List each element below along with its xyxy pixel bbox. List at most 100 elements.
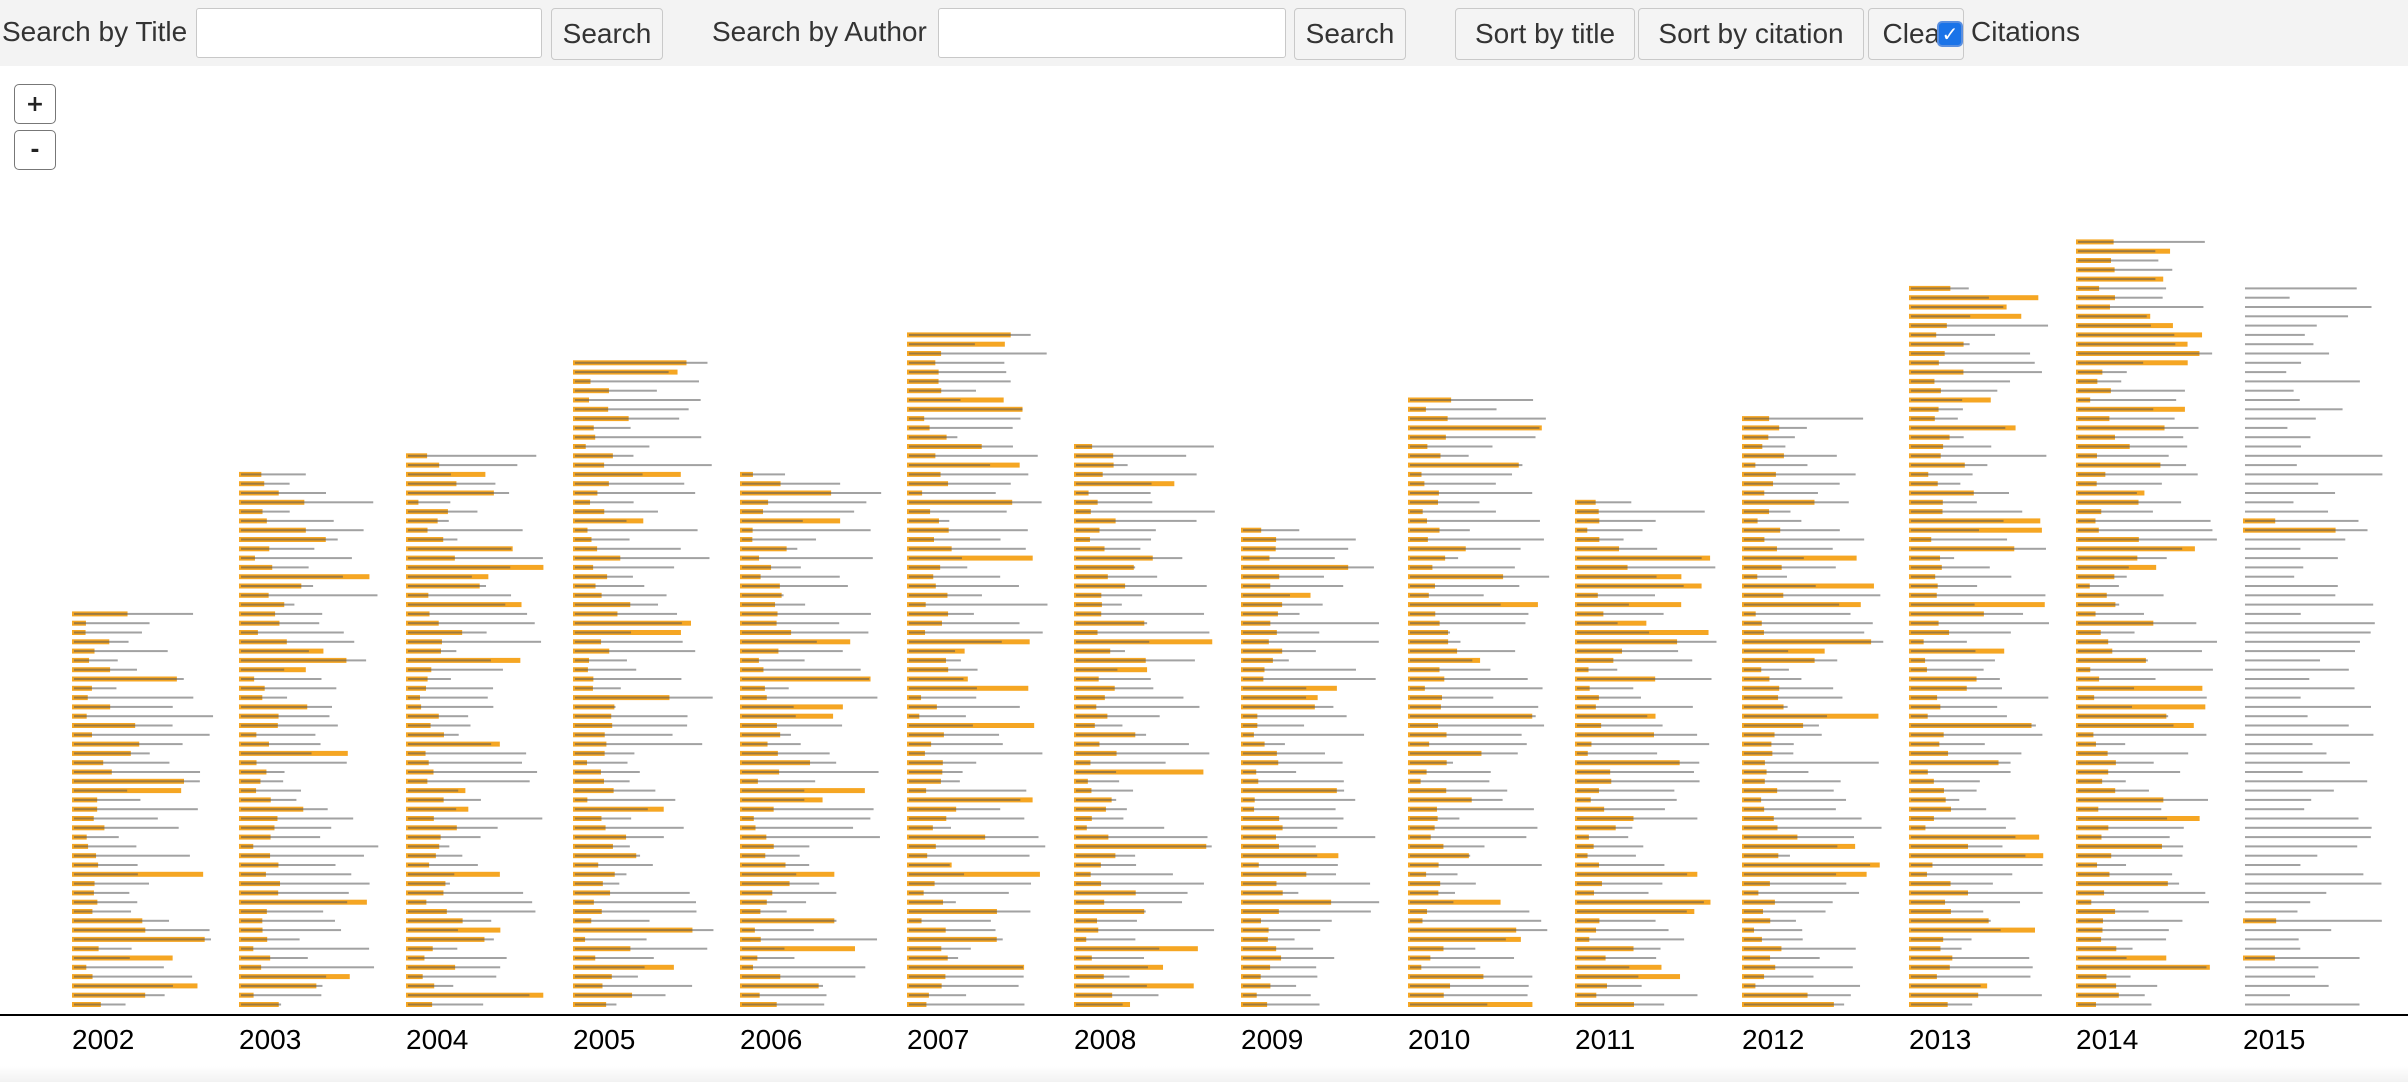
- paper-entry[interactable]: [74, 984, 173, 987]
- paper-entry[interactable]: [1410, 417, 1546, 420]
- paper-entry[interactable]: [2078, 585, 2119, 587]
- paper-entry[interactable]: [1410, 864, 1542, 866]
- paper-entry[interactable]: [2078, 333, 2175, 336]
- paper-entry[interactable]: [1744, 519, 1802, 522]
- paper-entry[interactable]: [1577, 798, 1677, 801]
- paper-entry[interactable]: [1744, 891, 1860, 894]
- paper-entry[interactable]: [1911, 994, 2042, 997]
- paper-entry[interactable]: [1243, 622, 1379, 625]
- paper-entry[interactable]: [1911, 901, 2021, 904]
- paper-entry[interactable]: [1744, 566, 1836, 569]
- paper-entry[interactable]: [1911, 575, 2012, 578]
- paper-entry[interactable]: [1577, 612, 1664, 615]
- paper-entry[interactable]: [2245, 436, 2311, 439]
- paper-entry[interactable]: [74, 650, 168, 653]
- paper-entry[interactable]: [2078, 808, 2162, 811]
- paper-entry[interactable]: [1243, 994, 1311, 997]
- paper-entry[interactable]: [909, 650, 956, 653]
- paper-entry[interactable]: [1410, 426, 1540, 429]
- paper-entry[interactable]: [1577, 854, 1636, 857]
- paper-entry[interactable]: [1076, 882, 1204, 885]
- paper-entry[interactable]: [1911, 482, 1961, 485]
- paper-entry[interactable]: [1744, 445, 1786, 448]
- paper-entry[interactable]: [241, 575, 343, 578]
- paper-entry[interactable]: [1744, 817, 1862, 820]
- paper-entry[interactable]: [1577, 668, 1618, 671]
- paper-entry[interactable]: [1577, 817, 1698, 820]
- paper-entry[interactable]: [241, 873, 352, 876]
- paper-entry[interactable]: [909, 845, 1046, 848]
- paper-entry[interactable]: [241, 603, 295, 606]
- paper-entry[interactable]: [1243, 864, 1338, 866]
- paper-entry[interactable]: [2245, 817, 2359, 820]
- paper-entry[interactable]: [1076, 966, 1148, 969]
- paper-entry[interactable]: [241, 696, 288, 699]
- paper-entry[interactable]: [1076, 603, 1122, 606]
- paper-entry[interactable]: [2078, 771, 2181, 773]
- paper-entry[interactable]: [1410, 966, 1481, 969]
- paper-entry[interactable]: [1911, 975, 2031, 978]
- paper-entry[interactable]: [909, 966, 1023, 969]
- paper-entry[interactable]: [241, 743, 321, 746]
- paper-entry[interactable]: [408, 547, 512, 550]
- paper-entry[interactable]: [1243, 529, 1300, 532]
- paper-entry[interactable]: [1911, 798, 1960, 801]
- paper-entry[interactable]: [1744, 938, 1803, 941]
- paper-entry[interactable]: [1577, 994, 1698, 997]
- paper-entry[interactable]: [1076, 529, 1156, 532]
- paper-entry[interactable]: [2078, 622, 2197, 625]
- paper-entry[interactable]: [2245, 678, 2310, 680]
- paper-entry[interactable]: [2245, 454, 2383, 457]
- paper-entry[interactable]: [1410, 538, 1544, 541]
- paper-entry[interactable]: [1410, 808, 1534, 811]
- paper-entry[interactable]: [1911, 696, 2049, 699]
- paper-entry[interactable]: [241, 715, 330, 718]
- paper-entry[interactable]: [909, 585, 1019, 587]
- paper-entry[interactable]: [909, 510, 1007, 513]
- paper-entry[interactable]: [909, 780, 960, 783]
- paper-entry[interactable]: [1410, 854, 1471, 857]
- paper-entry[interactable]: [1577, 752, 1658, 755]
- paper-entry[interactable]: [408, 882, 450, 885]
- paper-entry[interactable]: [1577, 873, 1688, 876]
- paper-entry[interactable]: [1744, 696, 1843, 699]
- paper-entry[interactable]: [1577, 547, 1658, 550]
- paper-entry[interactable]: [1076, 659, 1195, 662]
- paper-entry[interactable]: [1076, 501, 1153, 504]
- paper-entry[interactable]: [1076, 817, 1124, 820]
- paper-entry[interactable]: [1577, 882, 1663, 885]
- paper-entry[interactable]: [909, 594, 982, 597]
- paper-entry[interactable]: [1243, 668, 1356, 671]
- paper-entry[interactable]: [1911, 826, 2006, 829]
- paper-entry[interactable]: [742, 891, 837, 894]
- paper-entry[interactable]: [1744, 640, 1884, 643]
- paper-entry[interactable]: [575, 836, 664, 839]
- paper-entry[interactable]: [909, 836, 1039, 839]
- paper-entry[interactable]: [1744, 585, 1816, 587]
- paper-entry[interactable]: [1243, 724, 1305, 727]
- paper-entry[interactable]: [1744, 864, 1871, 866]
- paper-entry[interactable]: [2078, 594, 2164, 597]
- paper-entry[interactable]: [74, 771, 201, 773]
- paper-entry[interactable]: [1911, 389, 1998, 392]
- paper-entry[interactable]: [1243, 910, 1371, 913]
- paper-entry[interactable]: [2245, 836, 2371, 839]
- paper-entry[interactable]: [74, 966, 164, 969]
- paper-entry[interactable]: [1577, 501, 1632, 504]
- paper-entry[interactable]: [74, 891, 130, 894]
- paper-entry[interactable]: [1744, 659, 1838, 662]
- paper-entry[interactable]: [1744, 994, 1851, 997]
- paper-entry[interactable]: [2078, 408, 2154, 411]
- paper-entry[interactable]: [2078, 529, 2213, 532]
- paper-entry[interactable]: [1911, 324, 2049, 327]
- paper-entry[interactable]: [575, 529, 698, 532]
- paper-entry[interactable]: [1577, 519, 1656, 522]
- paper-entry[interactable]: [742, 771, 879, 773]
- paper-entry[interactable]: [2245, 705, 2371, 708]
- paper-entry[interactable]: [909, 575, 1001, 578]
- paper-entry[interactable]: [909, 519, 950, 522]
- paper-entry[interactable]: [575, 854, 641, 857]
- paper-entry[interactable]: [1911, 296, 1989, 299]
- paper-entry[interactable]: [2245, 547, 2301, 550]
- paper-entry[interactable]: [909, 808, 1001, 811]
